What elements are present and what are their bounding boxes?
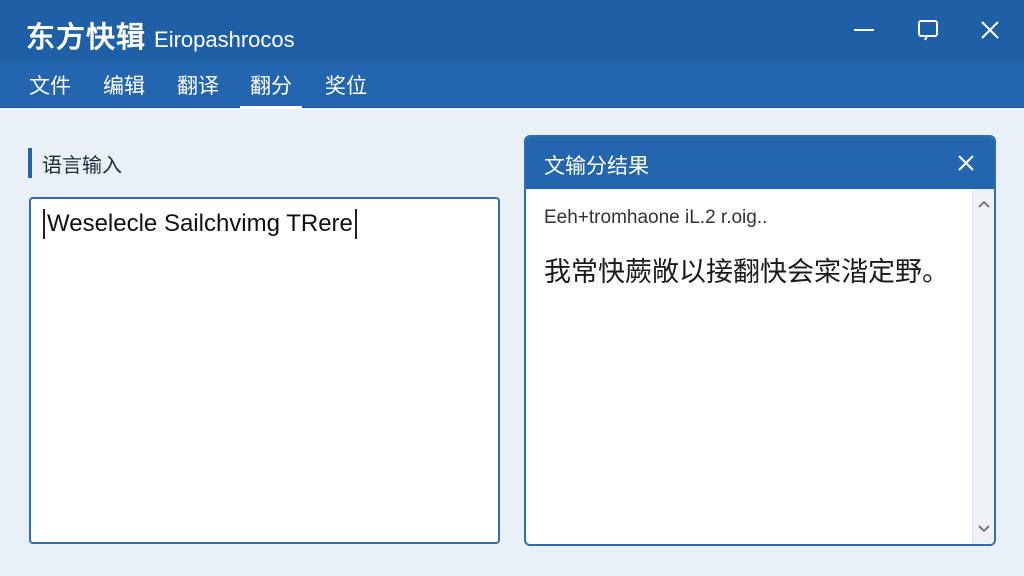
- title-bar: 东方快辑 Eiropashrocos: [0, 0, 1024, 62]
- maximize-button[interactable]: [908, 10, 948, 50]
- close-button[interactable]: [970, 10, 1010, 50]
- scroll-up-button[interactable]: [973, 193, 994, 215]
- result-subtitle: Eeh+tromhaone iL.2 r.oig..: [544, 207, 768, 228]
- result-panel: 文输分结果 Eeh+tromhaone iL.2 r.oig.. 我常快蕨敞以接…: [524, 135, 996, 546]
- menu-item-award[interactable]: 奖位: [318, 62, 374, 108]
- input-label-text: 语言输入: [42, 152, 122, 177]
- close-icon: [958, 155, 974, 171]
- menu-item-split[interactable]: 翻分: [240, 62, 302, 109]
- source-text-value: Weselecle Sailchvimg TRere: [43, 209, 357, 239]
- label-accent-bar: [28, 148, 32, 178]
- result-text: 我常快蕨敞以接翻快会寀湝定野。: [544, 257, 949, 288]
- scroll-down-button[interactable]: [973, 518, 994, 540]
- minimize-icon: [854, 29, 874, 31]
- menu-item-file[interactable]: 文件: [22, 62, 78, 108]
- input-section-label: 语言输入: [28, 148, 122, 178]
- menu-bar: 文件 编辑 翻译 翻分 奖位: [0, 62, 1024, 109]
- result-title: 文输分结果: [544, 154, 649, 178]
- close-icon: [981, 21, 999, 39]
- menu-item-translate[interactable]: 翻译: [170, 62, 226, 108]
- chevron-down-icon: [978, 525, 990, 533]
- result-close-button[interactable]: [954, 151, 978, 175]
- app-title-en: Eiropashrocos: [154, 27, 295, 52]
- app-title: 东方快辑 Eiropashrocos: [26, 14, 295, 56]
- app-title-cn: 东方快辑: [26, 20, 147, 54]
- minimize-button[interactable]: [844, 10, 884, 50]
- result-header: 文输分结果: [526, 137, 994, 189]
- menu-item-edit[interactable]: 编辑: [96, 62, 152, 108]
- result-scrollbar[interactable]: [972, 189, 994, 544]
- result-body: Eeh+tromhaone iL.2 r.oig.. 我常快蕨敞以接翻快会寀湝定…: [526, 189, 974, 544]
- chevron-up-icon: [978, 200, 990, 208]
- maximize-icon: [918, 20, 938, 41]
- source-text-input[interactable]: Weselecle Sailchvimg TRere: [29, 197, 500, 544]
